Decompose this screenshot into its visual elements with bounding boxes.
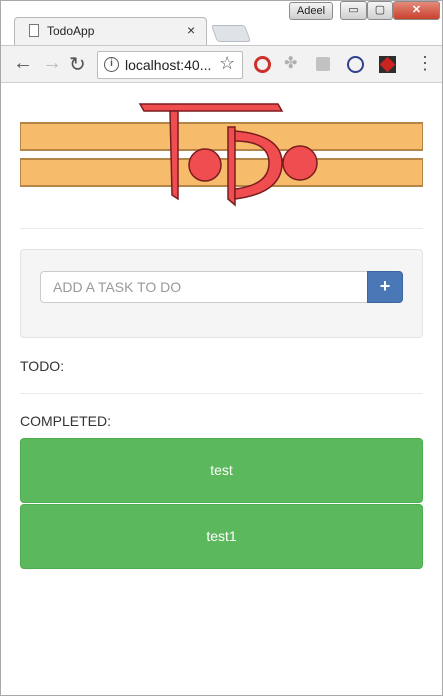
tab-title: TodoApp (47, 24, 95, 38)
info-icon[interactable]: i (104, 57, 119, 72)
opera-icon[interactable] (254, 56, 271, 73)
back-icon[interactable]: ← (13, 52, 33, 75)
completed-task-card[interactable]: test (20, 438, 423, 503)
divider (20, 393, 423, 394)
star-icon[interactable]: ☆ (219, 53, 235, 74)
tab-close-icon[interactable]: × (187, 22, 195, 38)
task-input[interactable] (40, 271, 368, 303)
block-icon[interactable] (347, 56, 364, 73)
completed-task-card[interactable]: test1 (20, 504, 423, 569)
todo-heading: TODO: (20, 358, 65, 374)
todo-logo (20, 103, 423, 207)
close-window-button[interactable]: ✕ (393, 1, 440, 20)
divider (20, 228, 423, 229)
browser-tab[interactable] (14, 17, 207, 45)
menu-icon[interactable]: ⋮ (416, 53, 434, 74)
minimize-button[interactable]: ▭ (340, 1, 367, 20)
camera-icon[interactable] (316, 57, 330, 71)
pdf-icon[interactable] (379, 56, 396, 73)
puzzle-icon[interactable]: ✤ (284, 53, 301, 72)
maximize-button[interactable]: ▢ (367, 1, 393, 20)
forward-icon[interactable]: → (42, 52, 62, 75)
add-task-button[interactable]: + (367, 271, 403, 303)
reload-icon[interactable]: ↻ (69, 52, 86, 77)
user-profile-button[interactable]: Adeel (289, 2, 333, 20)
url-text[interactable]: localhost:40... (125, 57, 211, 73)
page-icon (29, 24, 39, 37)
new-tab-button[interactable] (210, 25, 252, 42)
completed-heading: COMPLETED: (20, 413, 112, 429)
